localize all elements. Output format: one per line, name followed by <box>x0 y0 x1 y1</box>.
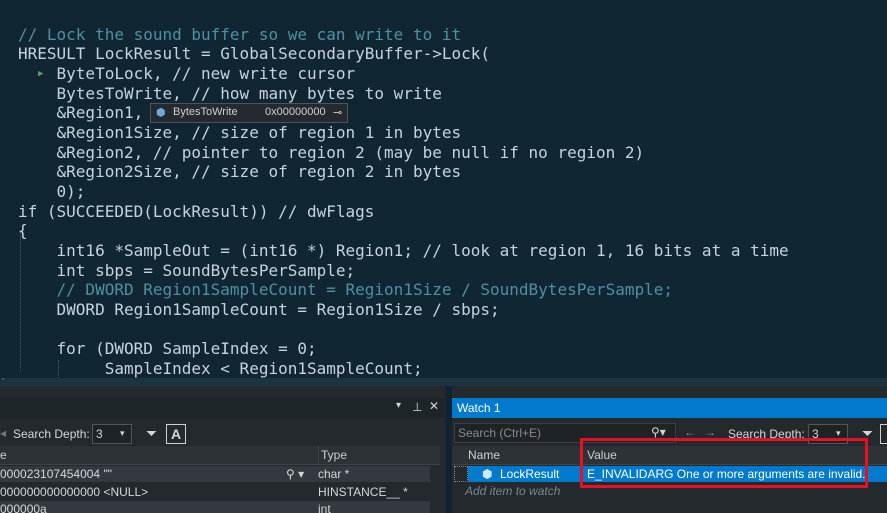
filter-icon[interactable]: ⏷ <box>146 425 157 442</box>
pin-icon[interactable]: ⊸ <box>333 106 342 119</box>
arrow-icon[interactable]: ◂ <box>0 426 6 440</box>
panel-titlebar: ▾ ⊥ ✕ <box>0 398 446 418</box>
column-name[interactable]: Name <box>468 446 500 464</box>
code-line: 0); <box>18 182 86 201</box>
code-line: ByteToLock, // new write cursor <box>18 64 356 83</box>
code-line: DWORD Region1SampleCount = Region1Size /… <box>18 300 500 319</box>
code-line: &Region2, // pointer to region 2 (may be… <box>18 143 645 162</box>
code-line: &Region2Size, // size of region 2 in byt… <box>18 162 462 181</box>
row-value: 000000000000000 <NULL> <box>0 485 149 499</box>
column-name[interactable]: e <box>0 446 7 464</box>
table-row[interactable]: 000023107454004 "" ⚲ ▾ char * <box>0 466 430 482</box>
datatip-name: BytesToWrite <box>173 106 238 118</box>
font-toggle-button[interactable]: A <box>166 424 186 444</box>
scroll-dots-icon: · <box>0 374 7 385</box>
font-toggle-button[interactable] <box>880 424 887 444</box>
row-value: 000000a <box>0 502 47 513</box>
code-line: &Region1Size, // size of region 1 in byt… <box>18 123 462 142</box>
code-line: SampleIndex < Region1SampleCount; <box>18 359 423 378</box>
back-arrow-icon[interactable]: ← <box>684 425 696 439</box>
table-row[interactable]: 000000a int <box>0 501 430 513</box>
code-line: BytesToWrite, // how many bytes to write <box>18 84 442 103</box>
code-line: int sbps = SoundBytesPerSample; <box>18 261 356 280</box>
row-type: HINSTANCE__ * <box>318 485 408 499</box>
row-selection <box>454 466 468 482</box>
code-line: if (SUCCEEDED(LockResult)) // dwFlags <box>18 202 375 221</box>
row-type: int <box>318 502 331 513</box>
code-line: HRESULT LockResult = GlobalSecondaryBuff… <box>18 44 491 63</box>
search-depth-select[interactable]: 3 ▾ <box>92 424 132 444</box>
datatip[interactable]: ⬢ BytesToWrite 0x00000000 ⊸ <box>150 103 348 123</box>
panel-splitter[interactable]: · <box>0 374 887 386</box>
search-placeholder: Search (Ctrl+E) <box>458 426 542 440</box>
code-line: int16 *SampleOut = (int16 *) Region1; //… <box>18 241 789 260</box>
code-line: for (DWORD SampleIndex = 0; <box>18 339 317 358</box>
close-icon[interactable]: ✕ <box>429 399 439 413</box>
column-type[interactable]: Type <box>318 446 347 464</box>
code-line: &Region1, / <box>18 103 163 122</box>
add-item-placeholder: Add item to watch <box>465 484 561 498</box>
code-line: { <box>18 221 28 240</box>
cube-icon: ⬢ <box>156 107 166 119</box>
search-icon[interactable]: ⚲ ▾ <box>286 466 304 482</box>
search-depth-label: Search Depth: <box>13 427 90 441</box>
code-line: // Lock the sound buffer so we can write… <box>18 25 462 44</box>
watch-titlebar[interactable]: Watch 1 <box>452 398 887 418</box>
table-header: e Type <box>0 446 440 465</box>
table-row[interactable]: 000000000000000 <NULL> HINSTANCE__ * <box>0 484 430 500</box>
chevron-down-icon: ▾ <box>120 428 125 438</box>
search-depth-value: 3 <box>96 427 103 441</box>
code-line: // DWORD Region1SampleCount = Region1Siz… <box>18 280 674 299</box>
cube-icon: ⬢ <box>482 467 493 481</box>
pin-icon[interactable]: ⊥ <box>412 400 422 414</box>
watch-title: Watch 1 <box>457 401 501 415</box>
collapse-arrow-icon[interactable]: ▶ <box>38 69 43 79</box>
datatip-value: 0x00000000 <box>265 106 326 118</box>
row-value: 000023107454004 "" <box>0 467 112 481</box>
dropdown-icon[interactable]: ▾ <box>396 400 401 411</box>
row-type: char * <box>318 467 350 481</box>
search-icon[interactable]: ⚲▾ <box>651 425 666 439</box>
code-editor[interactable]: // Lock the sound buffer so we can write… <box>0 0 887 380</box>
highlight-box <box>580 438 868 488</box>
forward-arrow-icon[interactable]: → <box>704 425 716 439</box>
watch-row-name: LockResult <box>500 467 560 481</box>
autos-panel: ▾ ⊥ ✕ ◂ Search Depth: 3 ▾ ⏷ A e Type 000… <box>0 386 446 513</box>
